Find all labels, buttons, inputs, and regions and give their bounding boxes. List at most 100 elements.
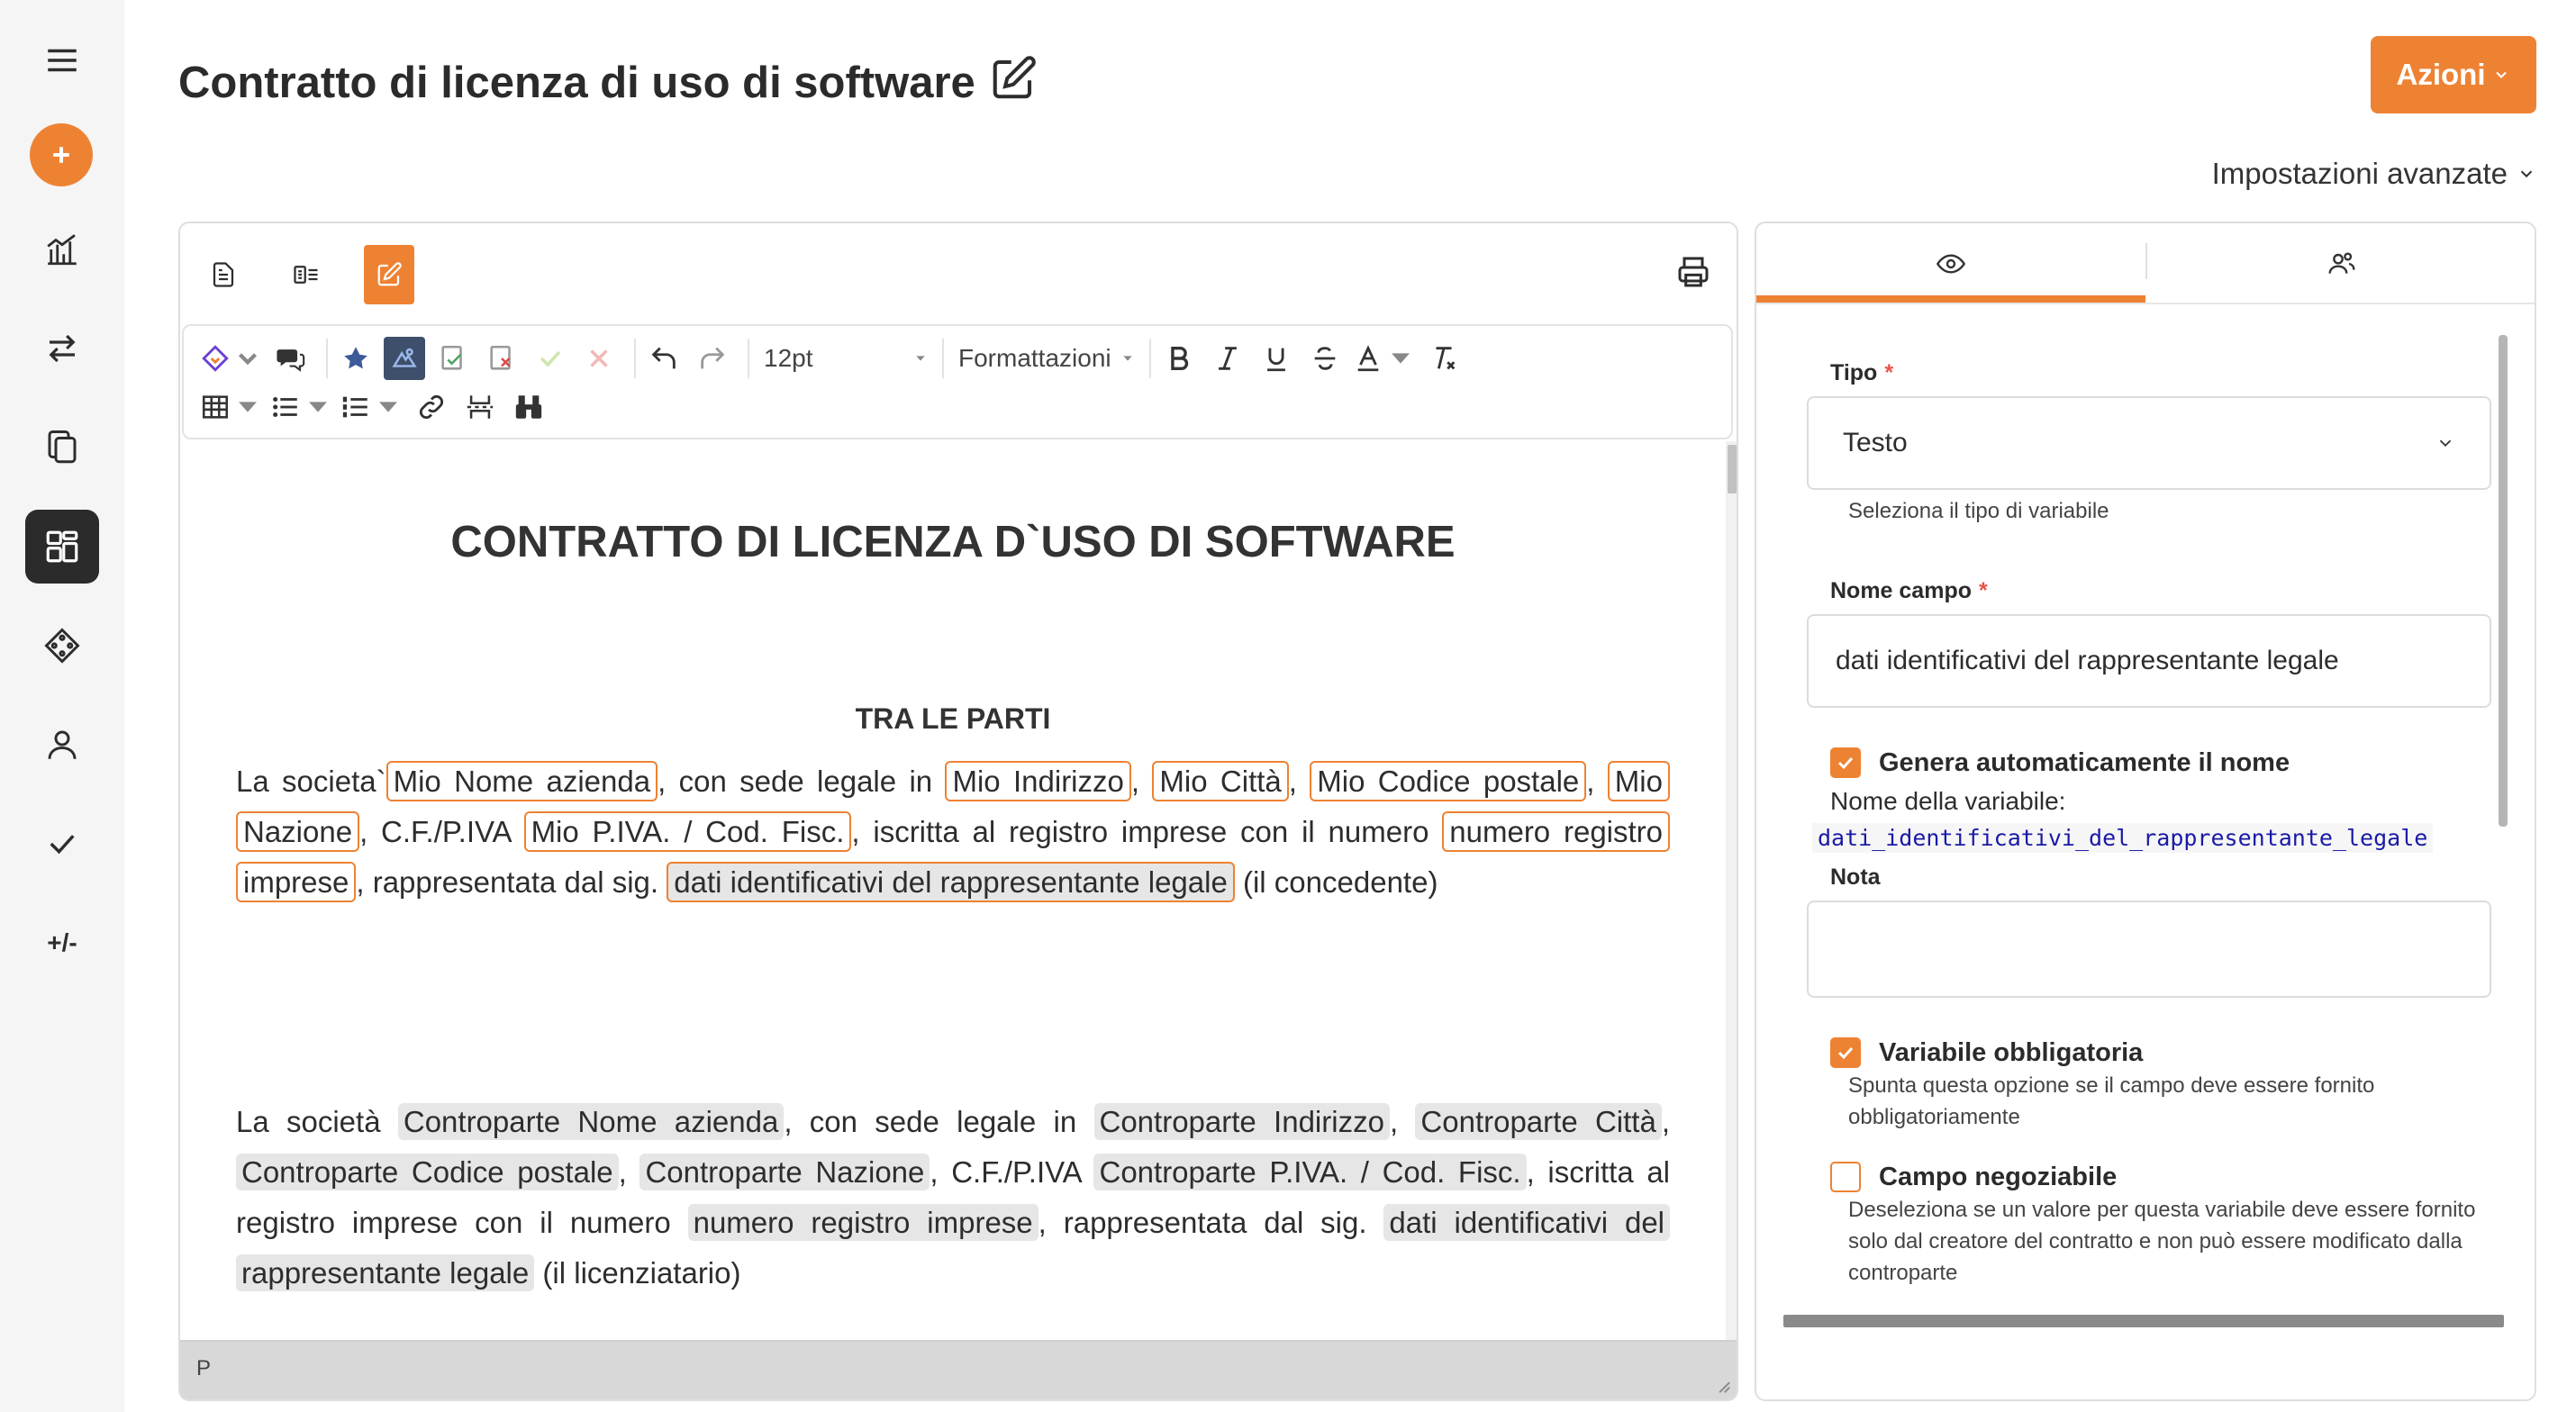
negotiable-checkbox[interactable] [1830, 1162, 1861, 1192]
underline-button[interactable] [1256, 337, 1297, 380]
font-size-select[interactable]: 12pt [757, 337, 935, 380]
counterparty-variable-chip[interactable]: Controparte Codice postale [236, 1154, 619, 1190]
copy-icon[interactable] [25, 411, 99, 484]
plus-minus-button[interactable]: +/- [25, 906, 99, 980]
document-view-tab[interactable] [198, 245, 249, 304]
clear-format-icon [1436, 347, 1456, 370]
text-run: , [1130, 765, 1153, 798]
variable-chip[interactable]: Mio Città [1152, 761, 1289, 801]
text-run: , iscritta al registro imprese con il nu… [851, 815, 1443, 848]
clear-format-button[interactable] [1423, 337, 1465, 380]
link-button[interactable] [411, 385, 452, 429]
required-checkbox[interactable] [1830, 1037, 1861, 1068]
check-icon[interactable] [25, 807, 99, 881]
show-changes-button[interactable] [384, 337, 425, 380]
tab-parties[interactable] [2147, 223, 2535, 304]
user-icon[interactable] [25, 708, 99, 782]
variables-icon[interactable] [25, 609, 99, 683]
resize-grip-icon[interactable] [1711, 1374, 1731, 1394]
page-break-icon [467, 395, 494, 419]
counterparty-variable-chip[interactable]: Controparte Nome azienda [397, 1103, 785, 1140]
compare-view-tab[interactable] [281, 245, 331, 304]
edit-view-tab[interactable] [364, 245, 414, 304]
insert-variable-button[interactable] [200, 337, 263, 380]
print-icon[interactable] [1675, 254, 1711, 290]
menu-icon[interactable] [25, 23, 99, 97]
text-run: , [1661, 1105, 1670, 1138]
variable-properties-panel: Tipo * Testo Seleziona il tipo di variabi… [1755, 222, 2536, 1401]
check-icon [1837, 1046, 1854, 1060]
close-icon [590, 349, 608, 367]
advanced-settings-label: Impostazioni avanzate [2211, 157, 2508, 190]
format-select[interactable]: Formattazioni [951, 337, 1142, 380]
negotiable-label: Campo negoziabile [1879, 1162, 2118, 1191]
editor-toolbar: 12pt Formattazioni [182, 324, 1733, 439]
text-color-button[interactable] [1353, 337, 1416, 380]
scrollbar-thumb[interactable] [1728, 445, 1737, 493]
text-run: , rappresentata dal sig. [356, 865, 667, 899]
edit-title-icon[interactable] [989, 54, 1038, 103]
add-button[interactable] [30, 123, 93, 186]
bullet-list-icon [273, 396, 297, 418]
track-changes-button[interactable] [335, 337, 376, 380]
editor-card: 12pt Formattazioni CONTRATTO DI LICENZA … [178, 222, 1738, 1401]
counterparty-variable-chip[interactable]: Controparte Nazione [639, 1154, 930, 1190]
type-select[interactable]: Testo [1807, 396, 2491, 490]
element-path[interactable]: P [196, 1356, 211, 1381]
chevron-down-icon [2439, 439, 2452, 448]
selected-variable-chip[interactable]: dati identificativi del rappresentante l… [667, 862, 1235, 902]
table-button[interactable] [200, 385, 263, 429]
document-editor[interactable]: CONTRATTO DI LICENZA D`USO DI SOFTWARE T… [180, 441, 1726, 1342]
dashboard-icon[interactable] [25, 510, 99, 584]
variable-chip[interactable]: Mio Indirizzo [945, 761, 1131, 801]
strikethrough-button[interactable] [1304, 337, 1346, 380]
counterparty-variable-chip[interactable]: numero registro imprese [687, 1204, 1039, 1241]
text-run: , [1288, 765, 1311, 798]
variable-chip[interactable]: Mio Codice postale [1310, 761, 1587, 801]
bullet-list-button[interactable] [270, 385, 333, 429]
chart-icon[interactable] [25, 213, 99, 286]
find-button[interactable] [508, 385, 549, 429]
variable-chip[interactable]: Mio Nome azienda [385, 761, 658, 801]
advanced-settings-toggle[interactable]: Impostazioni avanzate [2212, 157, 2536, 191]
negotiable-option[interactable]: Campo negoziabile [1830, 1162, 2117, 1192]
auto-name-option[interactable]: Genera automaticamente il nome [1830, 747, 2290, 778]
counterparty-variable-chip[interactable]: Controparte P.IVA. / Cod. Fisc. [1093, 1154, 1527, 1190]
auto-name-checkbox[interactable] [1830, 747, 1861, 778]
field-name-input[interactable]: dati identificativi del rappresentante l… [1807, 614, 2491, 708]
comments-icon [277, 349, 305, 372]
bold-icon [1171, 346, 1189, 371]
binoculars-icon [515, 395, 542, 419]
counterparty-variable-chip[interactable]: Controparte Indirizzo [1093, 1103, 1390, 1140]
undo-button[interactable] [643, 337, 685, 380]
bold-button[interactable] [1158, 337, 1200, 380]
reject-change-button[interactable] [481, 337, 522, 380]
accept-change-button[interactable] [432, 337, 474, 380]
actions-button[interactable]: Azioni [2371, 36, 2536, 113]
variable-chip[interactable]: Mio P.IVA. / Cod. Fisc. [523, 811, 852, 852]
document-scrollbar[interactable] [1726, 441, 1737, 1342]
redo-button[interactable] [692, 337, 733, 380]
type-value: Testo [1843, 428, 1908, 457]
transfer-icon[interactable] [25, 312, 99, 385]
note-input[interactable] [1807, 901, 2491, 998]
page-break-button[interactable] [459, 385, 501, 429]
italic-button[interactable] [1207, 337, 1248, 380]
counterparty-variable-chip[interactable]: Controparte Città [1415, 1103, 1662, 1140]
font-size-value: 12pt [764, 344, 813, 372]
numbered-list-button[interactable] [340, 385, 404, 429]
comments-button[interactable] [270, 337, 312, 380]
accept-all-button[interactable] [530, 337, 571, 380]
text-run: (il licenziatario) [534, 1256, 741, 1290]
field-name-value: dati identificativi del rappresentante l… [1836, 646, 2339, 675]
users-icon [2328, 252, 2355, 274]
reject-all-button[interactable] [578, 337, 620, 380]
table-icon [202, 395, 229, 419]
required-option[interactable]: Variabile obbligatoria [1830, 1037, 2143, 1068]
panel-scrollbar[interactable] [2499, 335, 2508, 827]
text-run: , rappresentata dal sig. [1038, 1206, 1384, 1239]
tab-preview[interactable] [1756, 223, 2145, 304]
panel-horizontal-scrollbar[interactable] [1783, 1315, 2504, 1327]
format-label: Formattazioni [958, 344, 1111, 372]
compare-icon [294, 266, 318, 284]
